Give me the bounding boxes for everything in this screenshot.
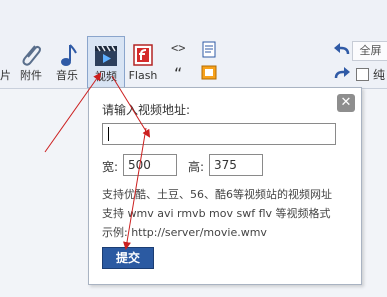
toolbar-frame-button[interactable] — [199, 63, 219, 83]
plain-text-label: 纯 — [373, 68, 386, 82]
toolbar-flash-button[interactable]: Flash — [128, 36, 158, 86]
toolbar-attachment-button[interactable]: 附件 — [16, 36, 46, 86]
plain-text-checkbox[interactable] — [356, 68, 369, 81]
document-icon — [202, 41, 216, 58]
paperclip-icon — [16, 42, 46, 68]
fullscreen-button[interactable]: 全屏 — [352, 41, 387, 61]
width-input[interactable]: 500 — [123, 154, 177, 176]
toolbar-attachment-label: 附件 — [20, 69, 42, 82]
video-clapper-icon — [88, 43, 124, 69]
toolbar-image-button[interactable]: 片 — [0, 36, 11, 86]
help-text-example: 示例: http://server/movie.wmv — [102, 226, 267, 239]
close-button[interactable]: ✕ — [337, 94, 355, 112]
editor-toolbar: 片 附件 音乐 视频 Flash <> “ 全屏 纯 — [0, 0, 387, 89]
help-text-formats: 支持 wmv avi rmvb mov swf flv 等视频格式 — [102, 207, 331, 220]
redo-arrow-icon — [334, 67, 350, 79]
toolbar-flash-label: Flash — [128, 69, 158, 82]
frame-icon — [201, 65, 217, 80]
toolbar-music-label: 音乐 — [56, 69, 78, 82]
toolbar-image-label: 片 — [0, 69, 11, 82]
flash-icon — [128, 42, 158, 68]
video-url-input[interactable] — [102, 123, 336, 145]
height-label: 高: — [188, 160, 205, 174]
video-insert-dialog: ✕ 请输入视频地址: 宽: 500 高: 375 支持优酷、土豆、56、酷6等视… — [88, 87, 362, 285]
toolbar-music-button[interactable]: 音乐 — [52, 36, 82, 86]
toolbar-video-button[interactable]: 视频 — [87, 36, 125, 88]
submit-button[interactable]: 提交 — [102, 247, 154, 269]
toolbar-quote-button[interactable]: “ — [174, 64, 194, 84]
toolbar-video-label: 视频 — [95, 70, 117, 83]
width-label: 宽: — [102, 160, 119, 174]
toolbar-page-button[interactable] — [199, 40, 219, 60]
url-prompt-label: 请输入视频地址: — [102, 103, 191, 117]
undo-arrow-icon — [334, 43, 350, 55]
toolbar-code-button[interactable]: <> — [171, 41, 191, 61]
undo-button[interactable] — [332, 41, 352, 61]
help-text-sites: 支持优酷、土豆、56、酷6等视频站的视频网址 — [102, 188, 332, 201]
height-input[interactable]: 375 — [209, 154, 263, 176]
image-icon — [0, 42, 10, 68]
text-caret — [108, 127, 109, 141]
music-note-icon — [52, 42, 82, 68]
redo-button[interactable] — [332, 65, 352, 85]
